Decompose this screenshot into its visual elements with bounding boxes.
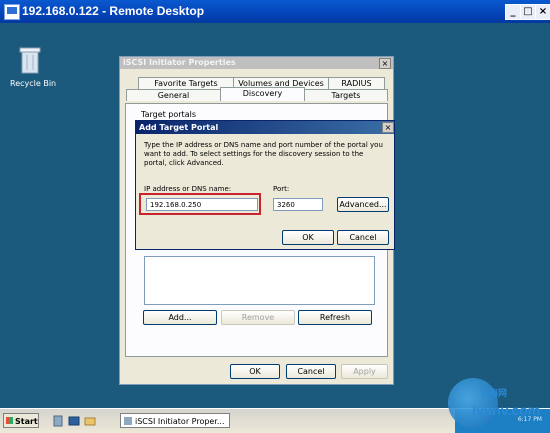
remote-desktop-titlebar[interactable]: 192.168.0.122 - Remote Desktop _ □ × xyxy=(0,0,550,23)
taskbar-item-iscsi[interactable]: iSCSI Initiator Proper... xyxy=(120,413,230,428)
iscsi-ok-button[interactable]: OK xyxy=(230,364,280,379)
add-portal-cancel-button[interactable]: Cancel xyxy=(337,230,389,245)
windows-logo-icon xyxy=(6,417,13,424)
iscsi-close-icon[interactable]: × xyxy=(379,58,391,69)
remove-portal-button[interactable]: Remove xyxy=(221,310,295,325)
recycle-bin-icon xyxy=(19,47,41,74)
add-portal-close-icon[interactable]: × xyxy=(382,122,394,133)
advanced-button[interactable]: Advanced... xyxy=(337,197,389,212)
add-target-portal-title: Add Target Portal xyxy=(136,121,394,134)
watermark-text: 云海网 xyxy=(480,389,508,399)
add-portal-description: Type the IP address or DNS name and port… xyxy=(144,141,383,167)
iscsi-cancel-button[interactable]: Cancel xyxy=(286,364,336,379)
tab-radius[interactable]: RADIUS xyxy=(328,77,385,89)
start-button[interactable]: Start xyxy=(3,413,39,428)
port-input[interactable]: 3260 xyxy=(273,198,323,211)
iscsi-task-icon xyxy=(124,417,132,425)
port-label: Port: xyxy=(273,185,290,193)
watermark-url: iyunv.com xyxy=(472,402,541,418)
add-portal-ok-button[interactable]: OK xyxy=(282,230,334,245)
recycle-bin[interactable]: Recycle Bin xyxy=(10,45,57,88)
add-portal-button[interactable]: Add... xyxy=(143,310,217,325)
ip-address-label: IP address or DNS name: xyxy=(144,185,232,193)
target-portals-list[interactable] xyxy=(144,256,375,305)
add-target-portal-dialog: Add Target Portal × Type the IP address … xyxy=(135,120,395,250)
ip-address-highlight xyxy=(139,193,261,215)
tab-general[interactable]: General xyxy=(126,89,221,101)
recycle-bin-label: Recycle Bin xyxy=(10,79,57,88)
tab-targets[interactable]: Targets xyxy=(304,89,388,101)
start-label: Start xyxy=(15,417,38,426)
tab-discovery[interactable]: Discovery xyxy=(220,87,305,101)
minimize-button[interactable]: _ xyxy=(505,4,521,20)
maximize-button[interactable]: □ xyxy=(520,4,536,20)
powershell-icon[interactable] xyxy=(68,415,80,427)
taskbar-item-label: iSCSI Initiator Proper... xyxy=(135,417,225,426)
refresh-button[interactable]: Refresh xyxy=(298,310,372,325)
iscsi-dialog-title: iSCSI Initiator Properties xyxy=(120,57,393,69)
iscsi-apply-button[interactable]: Apply xyxy=(341,364,388,379)
explorer-icon[interactable] xyxy=(84,415,96,427)
target-portals-label: Target portals xyxy=(140,110,197,119)
window-title: 192.168.0.122 - Remote Desktop xyxy=(22,4,205,18)
server-manager-icon[interactable] xyxy=(52,415,64,427)
close-button[interactable]: × xyxy=(535,4,550,20)
remote-desktop-icon xyxy=(4,4,20,20)
